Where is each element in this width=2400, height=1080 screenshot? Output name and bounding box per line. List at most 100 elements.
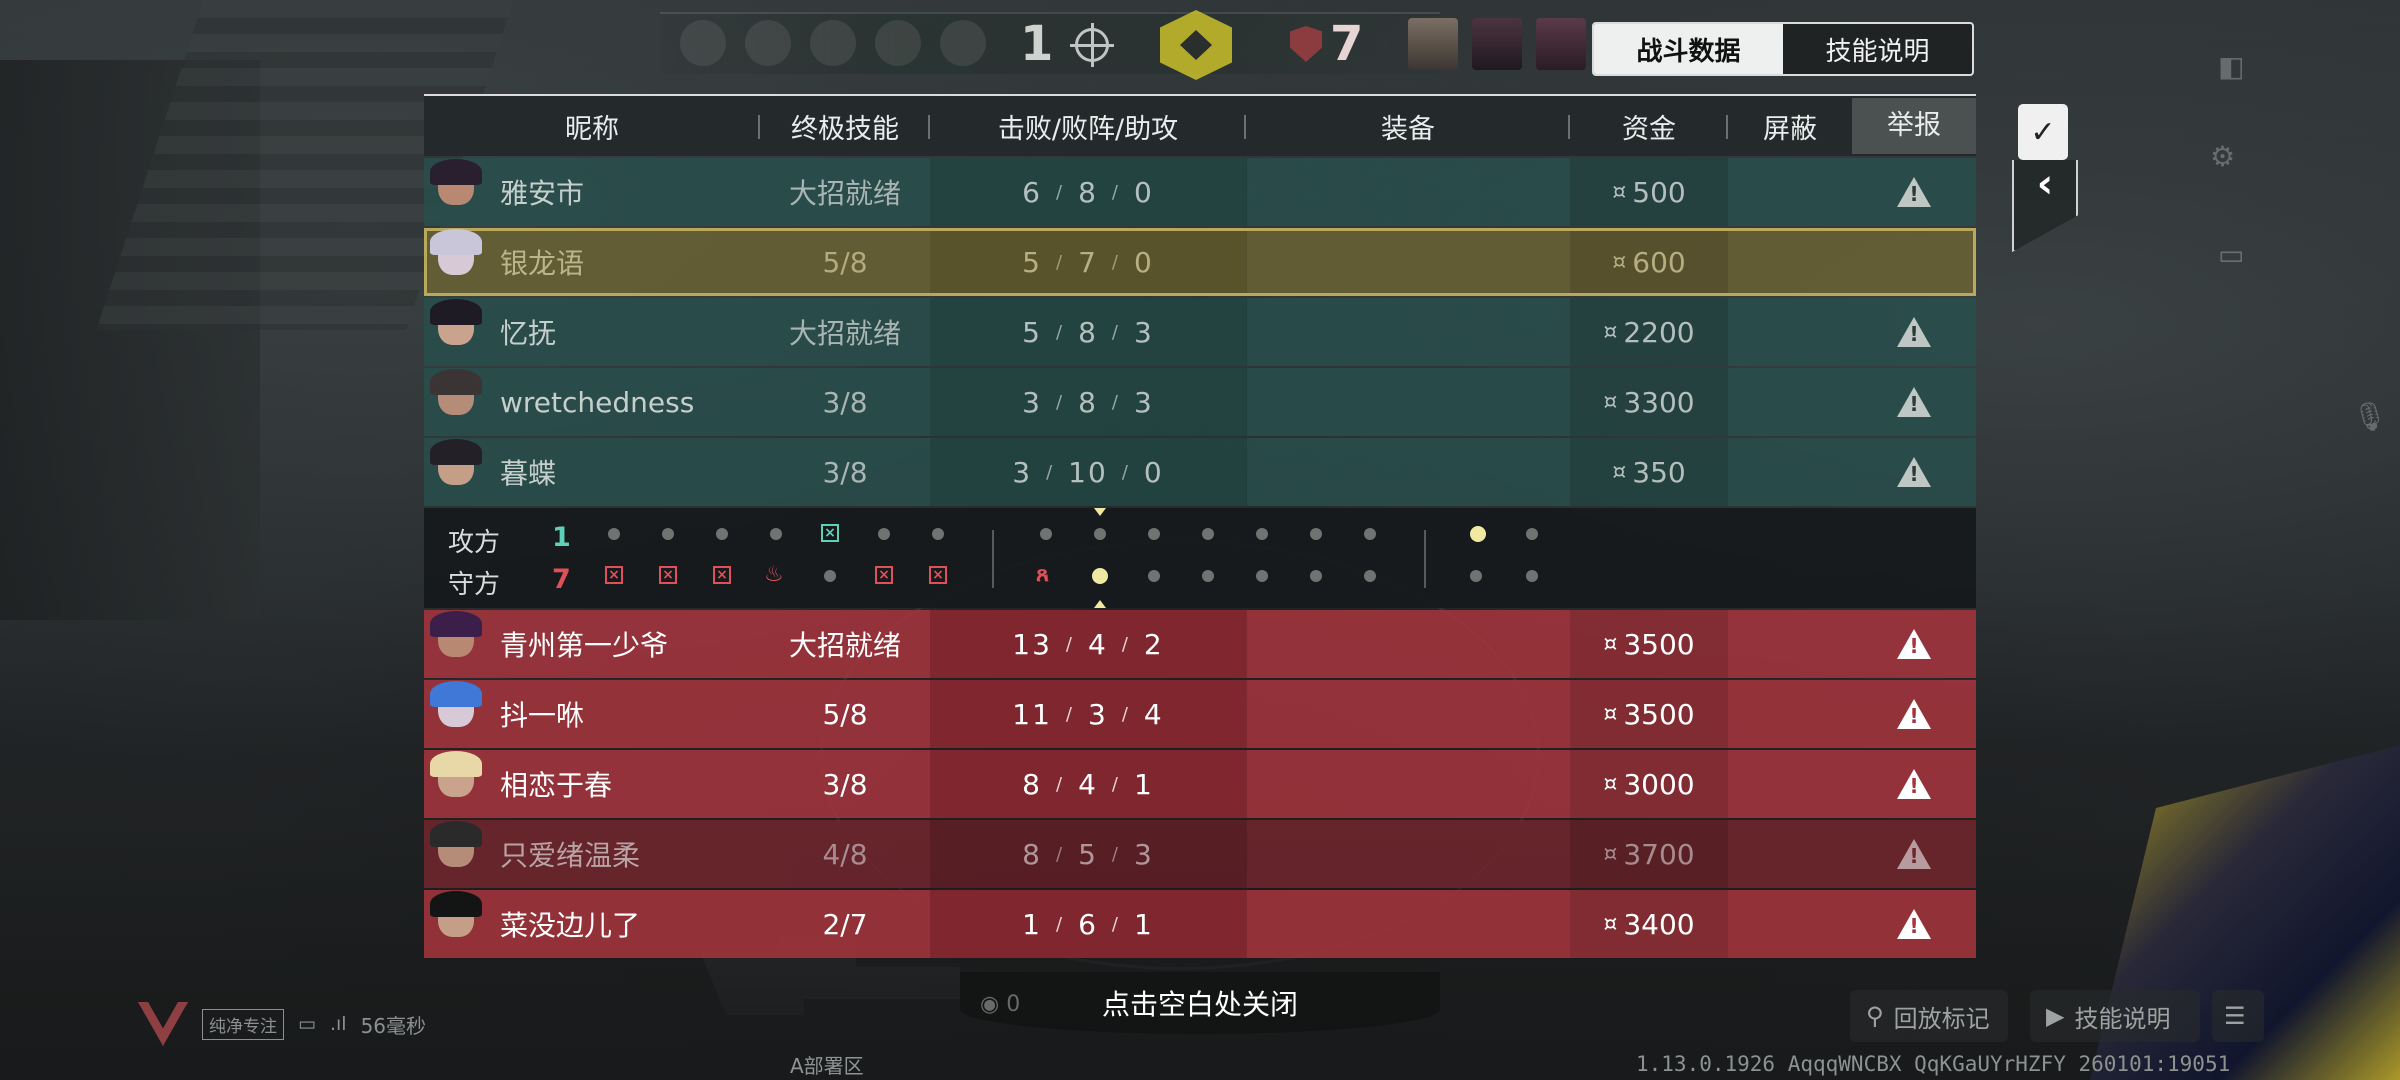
deaths: 3 (1087, 697, 1108, 731)
report-cell[interactable] (1852, 368, 1976, 436)
report-cell[interactable] (1852, 228, 1976, 296)
chat-icon[interactable]: ▭ (2218, 238, 2244, 271)
report-cell[interactable] (1852, 890, 1976, 958)
deaths: 4 (1087, 627, 1108, 661)
round-win-icon: × (659, 566, 677, 584)
equipment-cell (1246, 750, 1570, 818)
location-pin-icon: ⚲ (1866, 1002, 1884, 1030)
enemy-player-row[interactable]: 菜没边儿了 2/7 1 / 6 / 1 ¤ 3400 (424, 890, 1976, 958)
report-warning-icon[interactable] (1897, 457, 1931, 487)
assists: 1 (1133, 767, 1154, 801)
report-warning-icon[interactable] (1897, 699, 1931, 729)
round-dot (608, 528, 620, 540)
round-dot (1040, 528, 1052, 540)
enemy-player-row[interactable]: 只爱绪温柔 4/8 8 / 5 / 3 ¤ 3700 (424, 820, 1976, 888)
credits-icon: ¤ (1603, 319, 1618, 345)
report-warning-icon[interactable] (1897, 909, 1931, 939)
agent-avatar (424, 229, 488, 295)
credits-icon: ¤ (1603, 841, 1618, 867)
credits-cell: ¤ 3700 (1570, 820, 1728, 888)
equipment-cell (1246, 368, 1570, 436)
kills: 5 (1022, 245, 1042, 279)
report-cell[interactable] (1852, 298, 1976, 366)
enemy-player-row[interactable]: 相恋于春 3/8 8 / 4 / 1 ¤ 3000 (424, 750, 1976, 818)
report-cell[interactable] (1852, 820, 1976, 888)
mute-column-tab[interactable]: 屏蔽 (1728, 107, 1852, 146)
kda-cell: 3 / 10 / 0 (930, 438, 1246, 506)
defend-label: 守方 (448, 570, 501, 600)
report-warning-icon[interactable] (1897, 317, 1931, 347)
ally-agent-icon (745, 20, 791, 66)
close-hint[interactable]: 点击空白处关闭 (960, 972, 1440, 1034)
attack-score: 1 (552, 522, 571, 553)
agent-avatar (424, 681, 488, 747)
clipboard-check-icon[interactable] (2018, 104, 2068, 160)
agent-avatar (424, 611, 488, 677)
player-name: 相恋于春 (500, 769, 613, 802)
credits-icon: ¤ (1603, 771, 1618, 797)
mute-cell[interactable] (1728, 298, 1852, 366)
ally-agent-icon (810, 20, 856, 66)
deaths: 4 (1078, 767, 1098, 801)
report-cell[interactable] (1852, 158, 1976, 226)
report-warning-icon[interactable] (1897, 177, 1931, 207)
kills: 5 (1022, 315, 1042, 349)
header-kda: 击败/败阵/助攻 (930, 107, 1246, 146)
menu-button[interactable]: ☰ (2212, 990, 2264, 1042)
player-name-cell: 银龙语 (424, 228, 760, 296)
report-warning-icon[interactable] (1897, 839, 1931, 869)
ally-player-row[interactable]: 银龙语 5/8 5 / 7 / 0 ¤ 600 (424, 228, 1976, 296)
agent-avatar (424, 159, 488, 225)
credits-value: 3300 (1623, 385, 1695, 419)
player-name: 只爱绪温柔 (500, 839, 641, 872)
credits-icon: ¤ (1603, 631, 1618, 657)
report-cell[interactable] (1852, 680, 1976, 748)
kda-separator: / (1121, 703, 1130, 725)
current-round-marker (1094, 508, 1106, 516)
kda-separator: / (1111, 843, 1120, 865)
credits-cell: ¤ 3400 (1570, 890, 1728, 958)
settings-icon[interactable]: ⚙ (2210, 140, 2235, 173)
player-name: 菜没边儿了 (500, 909, 641, 942)
mute-cell[interactable] (1728, 750, 1852, 818)
report-cell[interactable] (1852, 610, 1976, 678)
enemy-player-row[interactable]: 抖一咻 5/8 11 / 3 / 4 ¤ 3500 (424, 680, 1976, 748)
microphone-icon[interactable]: 🎙 (2352, 400, 2388, 433)
mute-cell[interactable] (1728, 610, 1852, 678)
ally-player-row[interactable]: 雅安市 大招就绪 6 / 8 / 0 ¤ 500 (424, 158, 1976, 226)
credits-cell: ¤ 500 (1570, 158, 1728, 226)
player-name-cell: 暮蝶 (424, 438, 760, 506)
report-warning-icon[interactable] (1897, 769, 1931, 799)
player-name: 抖一咻 (500, 699, 585, 732)
mute-cell[interactable] (1728, 438, 1852, 506)
report-warning-icon[interactable] (1897, 387, 1931, 417)
kda-separator: / (1056, 913, 1065, 935)
ally-player-row[interactable]: wretchedness 3/8 3/8/3 ¤ 3300 (424, 368, 1976, 436)
enemy-player-row[interactable]: 青州第一少爷 大招就绪 13 / 4 / 2 ¤ 3500 (424, 610, 1976, 678)
credits-value: 3400 (1623, 907, 1695, 941)
mute-cell[interactable] (1728, 228, 1852, 296)
skill-description-button[interactable]: ▶ 技能说明 (2030, 990, 2200, 1042)
tab-skill-description[interactable]: 技能说明 (1783, 24, 1972, 74)
mute-icon[interactable]: ◧ (2218, 50, 2244, 83)
assists: 0 (1133, 175, 1154, 209)
ally-player-row[interactable]: 忆抚 大招就绪 5 / 8 / 3 ¤ 2200 (424, 298, 1976, 366)
mute-cell[interactable] (1728, 368, 1852, 436)
credits-value: 3000 (1623, 767, 1695, 801)
replay-marker-button[interactable]: ⚲ 回放标记 (1850, 990, 2008, 1042)
mute-cell[interactable] (1728, 890, 1852, 958)
report-column-tab[interactable]: 举报 (1852, 98, 1976, 154)
ally-player-row[interactable]: 暮蝶 3/8 3 / 10 / 0 ¤ 350 (424, 438, 1976, 506)
credits-value: 3700 (1623, 837, 1695, 871)
credits-value: 3500 (1623, 697, 1695, 731)
report-warning-icon[interactable] (1897, 629, 1931, 659)
mute-cell[interactable] (1728, 158, 1852, 226)
tab-combat-data[interactable]: 战斗数据 (1594, 24, 1783, 74)
kda-separator: / (1111, 181, 1120, 203)
kda-separator: / (1111, 773, 1120, 795)
battery-icon: ▭ (298, 1013, 316, 1035)
report-cell[interactable] (1852, 750, 1976, 818)
mute-cell[interactable] (1728, 680, 1852, 748)
report-cell[interactable] (1852, 438, 1976, 506)
mute-cell[interactable] (1728, 820, 1852, 888)
